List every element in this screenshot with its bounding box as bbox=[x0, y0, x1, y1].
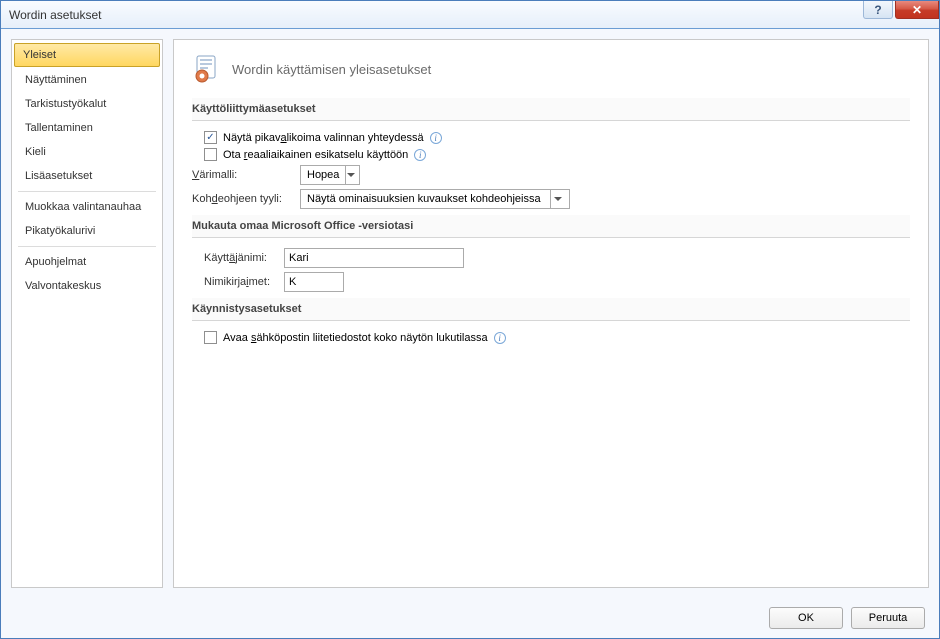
sidebar-item-label: Yleiset bbox=[23, 49, 56, 61]
color-scheme-label: Värimalli: bbox=[192, 169, 292, 181]
username-label: Käyttäjänimi: bbox=[204, 252, 276, 264]
sidebar-item-advanced[interactable]: Lisäasetukset bbox=[12, 164, 162, 188]
close-icon: ✕ bbox=[912, 3, 922, 17]
sidebar-item-label: Tallentaminen bbox=[25, 122, 93, 134]
sidebar-item-label: Tarkistustyökalut bbox=[25, 98, 106, 110]
window-controls: ? ✕ bbox=[863, 1, 939, 19]
screentip-style-label: Kohdeohjeen tyyli: bbox=[192, 193, 292, 205]
sidebar-item-label: Valvontakeskus bbox=[25, 280, 101, 292]
option-live-preview[interactable]: Ota reaaliaikainen esikatselu käyttöön i bbox=[204, 148, 910, 161]
ok-button[interactable]: OK bbox=[769, 607, 843, 629]
section-ui-options: Käyttöliittymäasetukset bbox=[192, 98, 910, 121]
combo-value: Hopea bbox=[307, 169, 339, 181]
category-sidebar: Yleiset Näyttäminen Tarkistustyökalut Ta… bbox=[11, 39, 163, 588]
sidebar-separator bbox=[18, 191, 156, 192]
combo-value: Näytä ominaisuuksien kuvaukset kohdeohje… bbox=[307, 193, 544, 205]
section-personalize: Mukauta omaa Microsoft Office -versiotas… bbox=[192, 215, 910, 238]
content-pane: Wordin käyttämisen yleisasetukset Käyttö… bbox=[173, 39, 929, 588]
sidebar-item-language[interactable]: Kieli bbox=[12, 140, 162, 164]
username-input[interactable] bbox=[284, 248, 464, 268]
screentip-style-combo[interactable]: Näytä ominaisuuksien kuvaukset kohdeohje… bbox=[300, 189, 570, 209]
sidebar-item-label: Muokkaa valintanauhaa bbox=[25, 201, 141, 213]
option-label: Avaa sähköpostin liitetiedostot koko näy… bbox=[223, 332, 488, 344]
sidebar-item-general[interactable]: Yleiset bbox=[14, 43, 160, 67]
color-scheme-combo[interactable]: Hopea bbox=[300, 165, 360, 185]
help-button[interactable]: ? bbox=[863, 1, 893, 19]
option-label: Ota reaaliaikainen esikatselu käyttöön bbox=[223, 149, 408, 161]
initials-row: Nimikirjaimet: bbox=[192, 272, 910, 292]
username-row: Käyttäjänimi: bbox=[192, 248, 910, 268]
button-label: Peruuta bbox=[869, 612, 908, 624]
checkbox-icon[interactable] bbox=[204, 131, 217, 144]
button-label: OK bbox=[798, 612, 814, 624]
sidebar-item-label: Näyttäminen bbox=[25, 74, 87, 86]
chevron-down-icon bbox=[345, 166, 355, 184]
sidebar-separator bbox=[18, 246, 156, 247]
sidebar-item-label: Lisäasetukset bbox=[25, 170, 92, 182]
sidebar-item-addins[interactable]: Apuohjelmat bbox=[12, 250, 162, 274]
sidebar-item-proofing[interactable]: Tarkistustyökalut bbox=[12, 92, 162, 116]
initials-input[interactable] bbox=[284, 272, 344, 292]
sidebar-item-qat[interactable]: Pikatyökalurivi bbox=[12, 219, 162, 243]
initials-label: Nimikirjaimet: bbox=[204, 276, 276, 288]
cancel-button[interactable]: Peruuta bbox=[851, 607, 925, 629]
option-open-attachments-reading[interactable]: Avaa sähköpostin liitetiedostot koko näy… bbox=[204, 331, 910, 344]
section-startup: Käynnistysasetukset bbox=[192, 298, 910, 321]
info-icon[interactable]: i bbox=[494, 332, 506, 344]
info-icon[interactable]: i bbox=[414, 149, 426, 161]
general-settings-icon bbox=[192, 54, 222, 84]
page-header: Wordin käyttämisen yleisasetukset bbox=[192, 54, 910, 84]
help-icon: ? bbox=[874, 3, 881, 17]
option-label: Näytä pikavalikoima valinnan yhteydessä bbox=[223, 132, 424, 144]
close-button[interactable]: ✕ bbox=[895, 1, 939, 19]
info-icon[interactable]: i bbox=[430, 132, 442, 144]
dialog-footer: OK Peruuta bbox=[1, 598, 939, 638]
chevron-down-icon bbox=[550, 190, 565, 208]
sidebar-item-trustcenter[interactable]: Valvontakeskus bbox=[12, 274, 162, 298]
color-scheme-row: Värimalli: Hopea bbox=[192, 165, 910, 185]
dialog-body: Yleiset Näyttäminen Tarkistustyökalut Ta… bbox=[1, 29, 939, 598]
options-dialog: Wordin asetukset ? ✕ Yleiset Näyttäminen… bbox=[0, 0, 940, 639]
sidebar-item-label: Apuohjelmat bbox=[25, 256, 86, 268]
window-title: Wordin asetukset bbox=[7, 8, 102, 22]
checkbox-icon[interactable] bbox=[204, 331, 217, 344]
sidebar-item-display[interactable]: Näyttäminen bbox=[12, 68, 162, 92]
page-title: Wordin käyttämisen yleisasetukset bbox=[232, 62, 431, 77]
sidebar-item-save[interactable]: Tallentaminen bbox=[12, 116, 162, 140]
option-mini-toolbar[interactable]: Näytä pikavalikoima valinnan yhteydessä … bbox=[204, 131, 910, 144]
sidebar-item-label: Pikatyökalurivi bbox=[25, 225, 95, 237]
sidebar-item-label: Kieli bbox=[25, 146, 46, 158]
screentip-style-row: Kohdeohjeen tyyli: Näytä ominaisuuksien … bbox=[192, 189, 910, 209]
sidebar-item-customize-ribbon[interactable]: Muokkaa valintanauhaa bbox=[12, 195, 162, 219]
titlebar: Wordin asetukset ? ✕ bbox=[1, 1, 939, 29]
checkbox-icon[interactable] bbox=[204, 148, 217, 161]
